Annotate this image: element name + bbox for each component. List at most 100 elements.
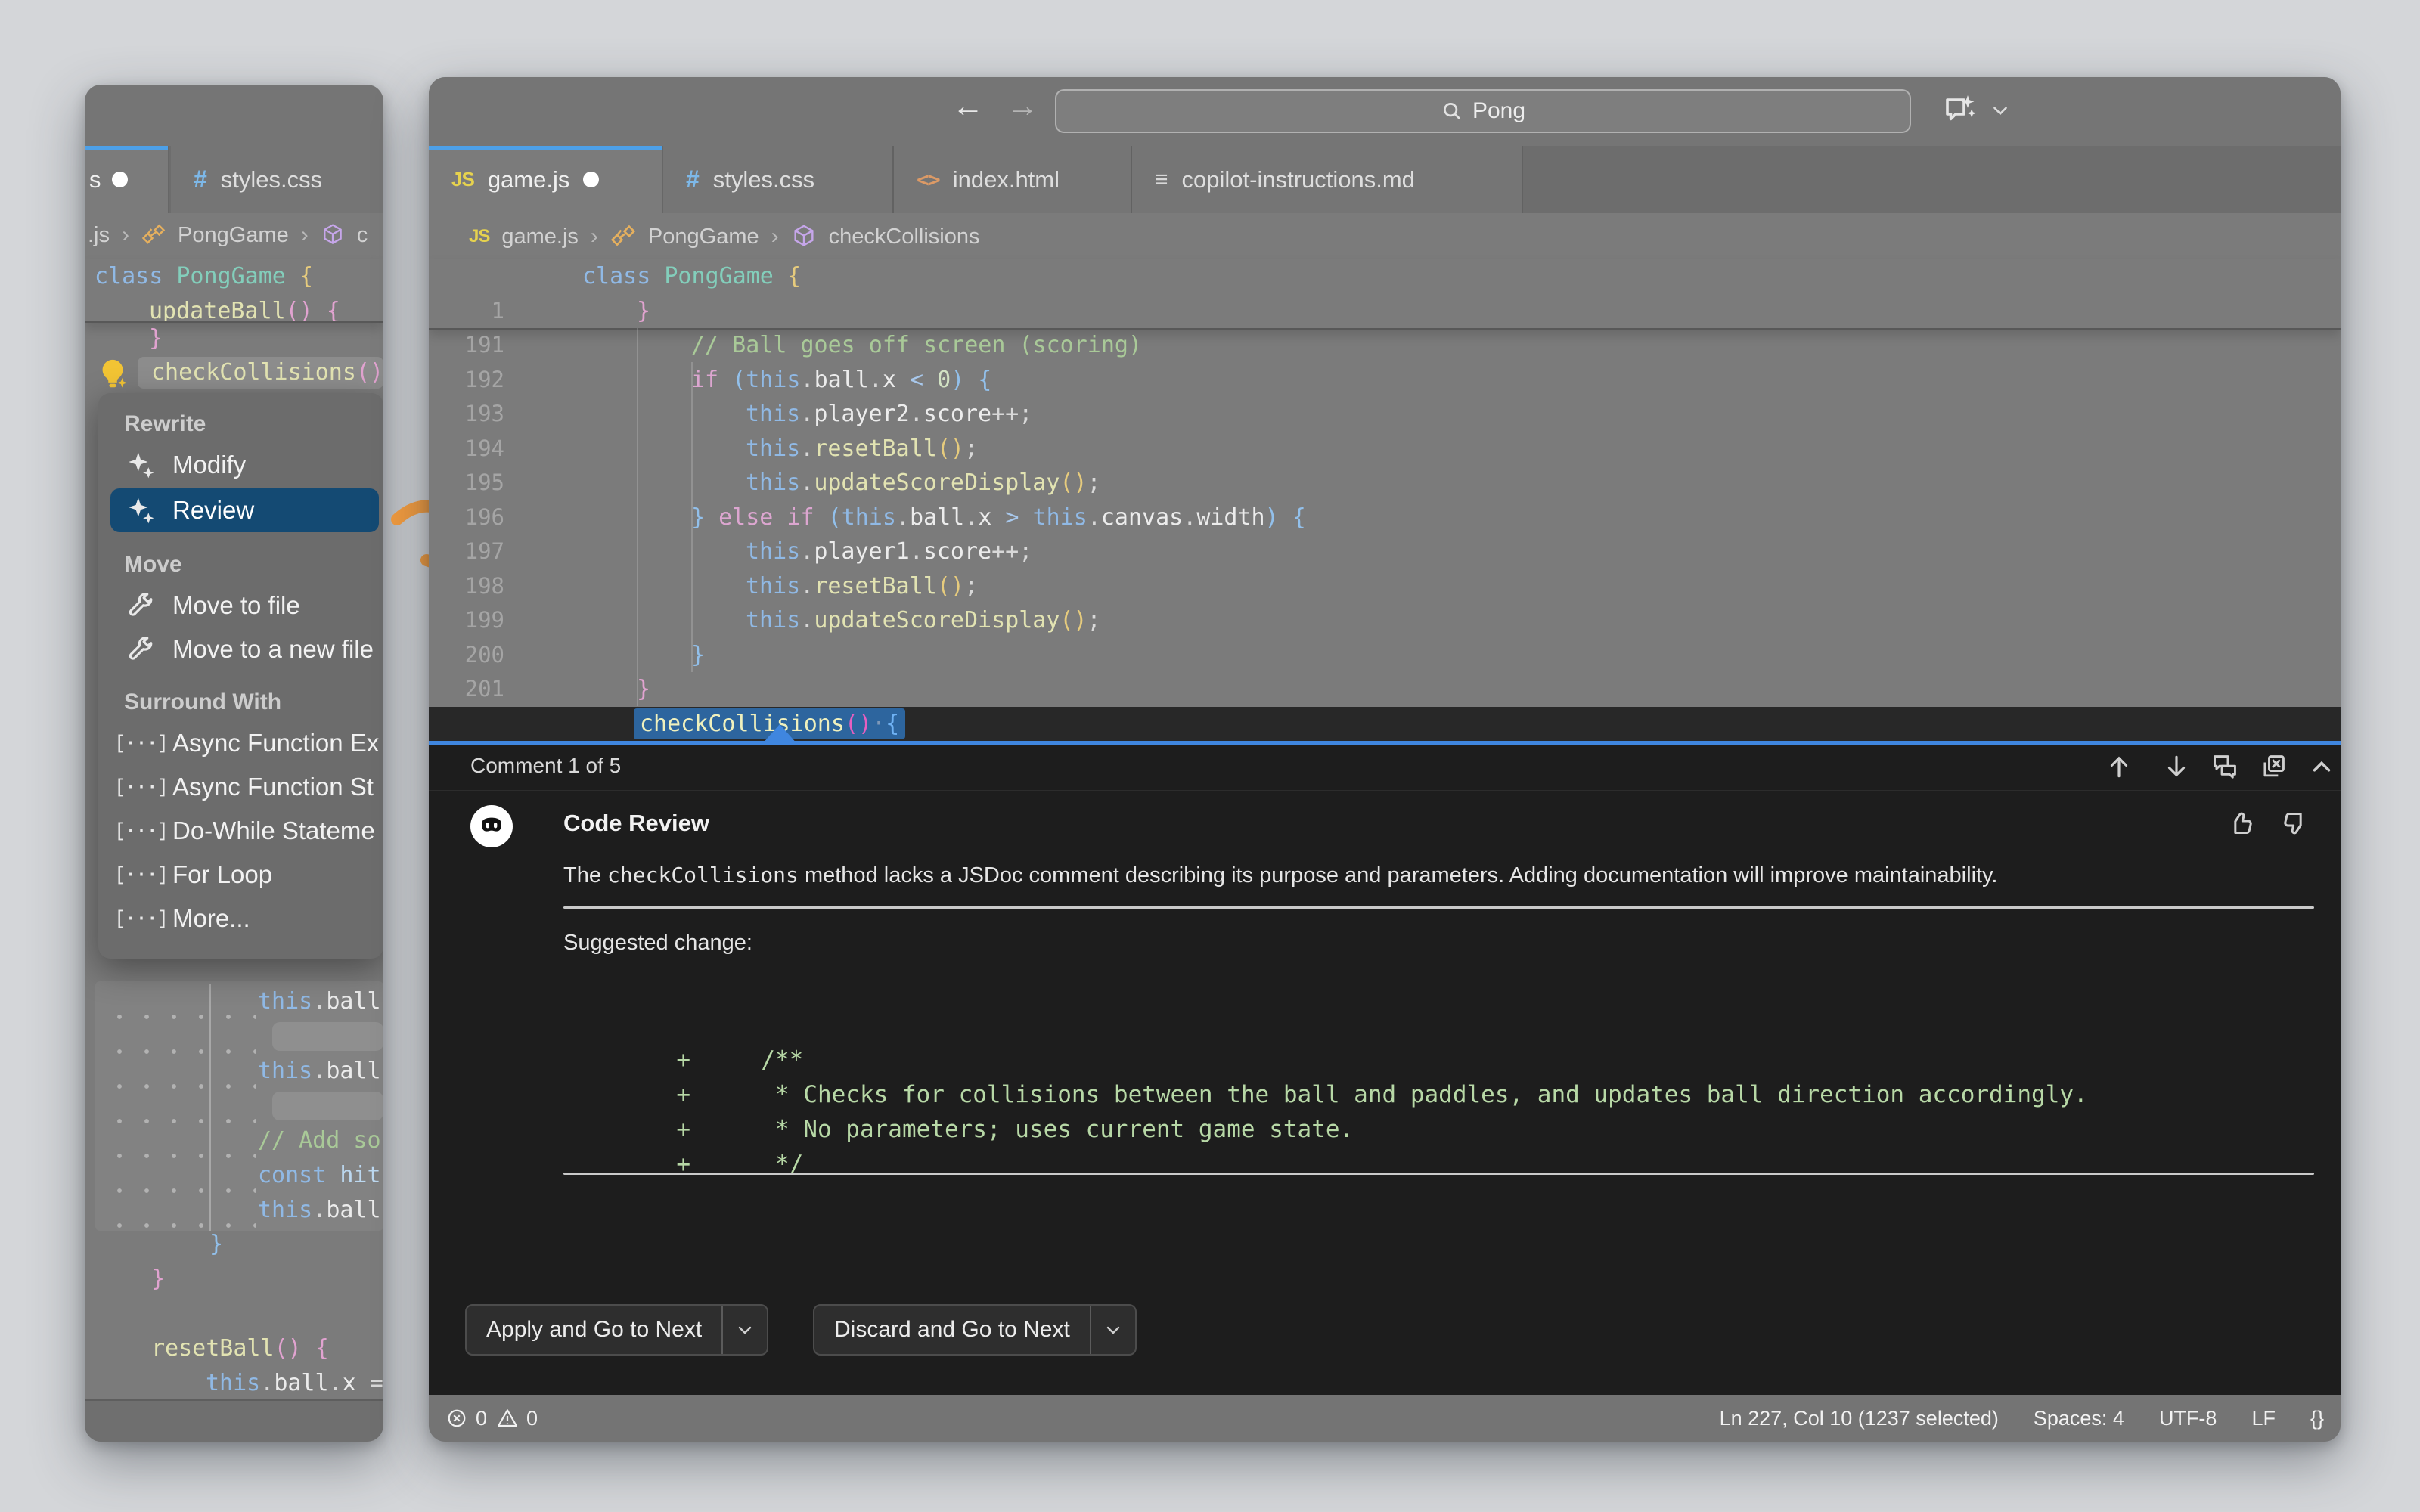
brackets-ellipsis-icon: [···] [113, 906, 169, 931]
thumbs-down-icon[interactable] [2279, 808, 2309, 838]
menu-item-move-to-new-file[interactable]: Move to a new file [98, 627, 383, 671]
tab-copilot-instructions-md[interactable]: ≡ copilot-instructions.md [1132, 146, 1523, 213]
menu-item-label: More... [172, 904, 250, 932]
menu-item-label: Async Function Ex [172, 729, 380, 757]
menu-item-modify[interactable]: Modify [98, 443, 383, 487]
menu-item-async-function-expression[interactable]: [···] Async Function Ex [98, 721, 383, 765]
encoding-status[interactable]: UTF-8 [2159, 1407, 2217, 1430]
tab-label: copilot-instructions.md [1181, 166, 1415, 193]
class-icon [141, 223, 166, 247]
comment-counter: Comment 1 of 5 [470, 754, 622, 777]
close-all-comments-icon[interactable] [2259, 752, 2289, 782]
discard-and-go-to-next-button[interactable]: Discard and Go to Next [813, 1304, 1137, 1356]
code-editor[interactable]: 191// Ball goes off screen (scoring) 192… [429, 328, 2341, 805]
context-menu: Rewrite Modify Review Move Move to file … [98, 393, 383, 959]
search-value: Pong [1472, 98, 1526, 123]
language-brackets-status[interactable]: {} [2310, 1407, 2324, 1430]
chevron-right-icon: › [590, 224, 598, 249]
ghost-text-block [272, 1092, 383, 1120]
body-inline-code: checkCollisions [607, 863, 799, 888]
chevron-right-icon: › [122, 222, 129, 247]
tab-styles-css[interactable]: # styles.css [663, 146, 894, 213]
tab-label: styles.css [220, 166, 323, 193]
menu-item-move-to-file[interactable]: Move to file [98, 584, 383, 627]
body-text: method lacks a JSDoc comment describing … [798, 863, 1998, 888]
error-icon [445, 1407, 468, 1430]
apply-and-go-to-next-button[interactable]: Apply and Go to Next [465, 1304, 769, 1356]
menu-item-label: Move to file [172, 591, 300, 619]
tab-label: styles.css [712, 166, 815, 193]
focused-code-line[interactable]: 202 checkCollisions()·{ [429, 706, 2341, 805]
menu-item-async-function-statement[interactable]: [···] Async Function St [98, 765, 383, 809]
menu-item-do-while-statement[interactable]: [···] Do-While Stateme [98, 809, 383, 853]
copilot-avatar [470, 805, 513, 847]
left-breadcrumb[interactable]: .js › PongGame › c [85, 213, 383, 257]
sparkle-icon [124, 451, 157, 479]
button-label: Apply and Go to Next [486, 1317, 703, 1342]
comment-body: The checkCollisions method lacks a JSDoc… [563, 860, 2314, 891]
eol-status[interactable]: LF [2251, 1407, 2276, 1430]
warning-icon [496, 1407, 519, 1430]
brackets-ellipsis-icon: [···] [113, 731, 169, 755]
forward-arrow-icon[interactable]: → [1007, 88, 1038, 124]
breadcrumb-file: .js [88, 222, 110, 247]
css-icon: # [194, 166, 207, 193]
thumbs-up-icon[interactable] [2227, 808, 2257, 838]
menu-item-label: Async Function St [172, 773, 374, 801]
divider [563, 1173, 2314, 1175]
window-toolbar: ← → Pong [429, 77, 2341, 146]
menu-section-rewrite: Rewrite [124, 411, 206, 436]
menu-item-label: Modify [172, 451, 247, 479]
button-label: Discard and Go to Next [834, 1317, 1070, 1342]
class-icon [610, 224, 636, 249]
collapse-panel-icon[interactable] [2307, 752, 2338, 782]
warnings-status[interactable]: 0 [496, 1407, 538, 1430]
wrench-icon [124, 591, 157, 620]
back-arrow-icon[interactable]: ← [952, 88, 984, 124]
menu-item-more[interactable]: [···] More... [98, 897, 383, 940]
comment-title: Code Review [563, 810, 709, 836]
markdown-icon: ≡ [1155, 166, 1168, 192]
menu-section-surround-with: Surround With [124, 689, 282, 714]
sparkle-icon [124, 496, 157, 525]
status-bar: 0 0 Ln 227, Col 10 (1237 selected) Space… [429, 1395, 2341, 1442]
breadcrumb-file: game.js [501, 224, 579, 249]
next-comment-icon[interactable] [2162, 752, 2192, 782]
chevron-down-icon[interactable] [1091, 1321, 1135, 1339]
chevron-down-icon[interactable] [723, 1321, 767, 1339]
indentation-status[interactable]: Spaces: 4 [2034, 1407, 2124, 1430]
breadcrumb[interactable]: JS game.js › PongGame › checkCollisions [429, 215, 2341, 259]
tab-label: s [89, 166, 101, 193]
tab-game-js-partial[interactable]: s [85, 146, 169, 213]
errors-status[interactable]: 0 [445, 1407, 487, 1430]
cursor-position-status[interactable]: Ln 227, Col 10 (1237 selected) [1720, 1407, 1999, 1430]
previous-comment-icon[interactable] [2105, 752, 2135, 782]
brackets-ellipsis-icon: [···] [113, 819, 169, 843]
body-text: The [563, 863, 608, 888]
menu-item-label: Move to a new file [172, 635, 374, 663]
sticky-scroll: 1 class PongGame { 201 } [429, 259, 2341, 330]
tab-index-html[interactable]: <> index.html [894, 146, 1132, 213]
dirty-dot-icon [111, 172, 128, 187]
html-icon: <> [917, 167, 941, 192]
tab-game-js[interactable]: JS game.js [429, 146, 663, 213]
menu-item-for-loop[interactable]: [···] For Loop [98, 853, 383, 897]
comments-icon[interactable] [2211, 752, 2241, 782]
chevron-right-icon: › [300, 222, 309, 247]
breadcrumb-class: PongGame [647, 224, 759, 249]
css-icon: # [686, 166, 700, 193]
copilot-menu-button[interactable] [1942, 92, 2010, 129]
command-center-search[interactable]: Pong [1055, 89, 1911, 133]
wrench-icon [124, 635, 157, 664]
left-editor-window: s # styles.css .js › PongGame › c class … [85, 85, 383, 1442]
breadcrumb-method: c [356, 222, 368, 247]
main-editor-window: ← → Pong JS game.js # styles.css <> inde… [429, 77, 2341, 1442]
divider [563, 906, 2314, 909]
tab-styles-css[interactable]: # styles.css [171, 146, 383, 213]
menu-item-review[interactable]: Review [110, 488, 379, 532]
breadcrumb-method: checkCollisions [828, 224, 980, 249]
search-icon [1441, 100, 1463, 122]
code-review-panel: Comment 1 of 5 Code Review The checkColl… [429, 724, 2341, 1399]
panel-notch [762, 724, 798, 745]
brackets-ellipsis-icon: [···] [113, 775, 169, 799]
